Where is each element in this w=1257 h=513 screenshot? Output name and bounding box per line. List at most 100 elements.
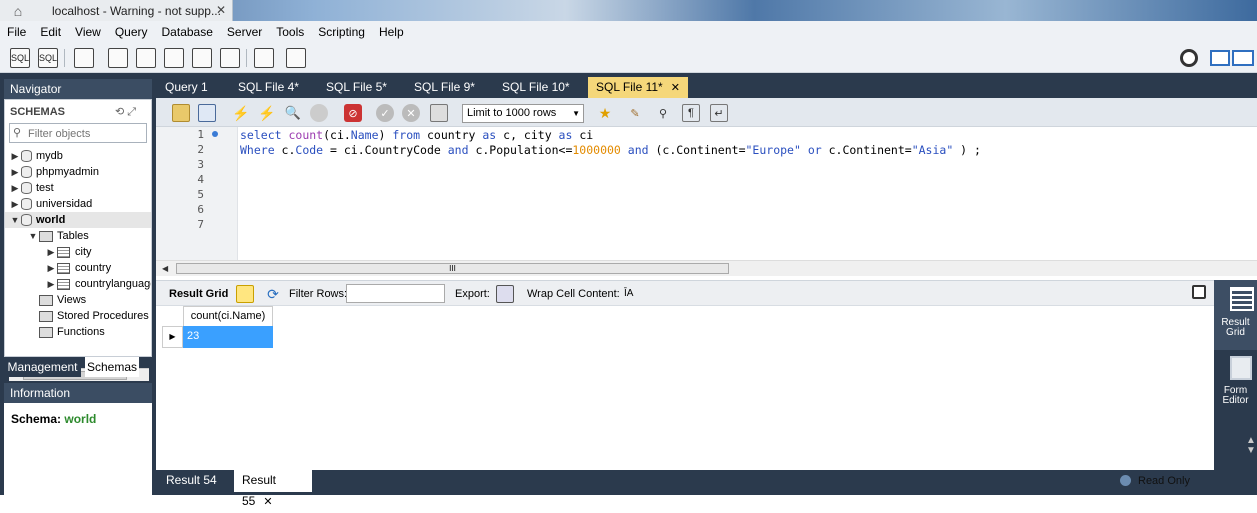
refresh-icon[interactable]: ⟲ ⤢ — [115, 105, 136, 119]
close-icon[interactable]: ✕ — [216, 3, 226, 17]
word-wrap-icon[interactable]: ↵ — [710, 104, 728, 122]
wrap-icon[interactable]: ĪA — [624, 288, 633, 299]
left-panel: Navigator SCHEMAS ⟲ ⤢ ⚲ ▶ mydb ▶ phpmyadmi… — [0, 73, 156, 495]
toggle-sidebar-icon[interactable] — [1210, 50, 1230, 66]
scroll-thumb[interactable]: III — [176, 263, 729, 274]
autocommit-icon[interactable] — [430, 104, 448, 122]
tab-sql-file-4[interactable]: SQL File 4* — [230, 77, 307, 98]
sql-editor[interactable]: 1 2 3 4 5 6 7 select count(ci.Name) from… — [156, 127, 1257, 260]
commit-icon[interactable]: ✓ — [376, 104, 394, 122]
tab-result-54[interactable]: Result 54 — [158, 470, 225, 492]
browser-tab[interactable]: ⌂ localhost - Warning - not supp... ✕ — [0, 0, 233, 21]
tree-folder-functions[interactable]: Functions — [39, 324, 105, 340]
create-function-icon[interactable] — [220, 48, 240, 68]
filter-objects-box[interactable]: ⚲ — [9, 123, 147, 143]
menu-help[interactable]: Help — [372, 21, 411, 43]
invisible-chars-icon[interactable]: ¶ — [682, 104, 700, 122]
open-file-icon[interactable] — [172, 104, 190, 122]
save-icon[interactable] — [198, 104, 216, 122]
menu-scripting[interactable]: Scripting — [311, 21, 372, 43]
gear-icon[interactable] — [1180, 49, 1198, 67]
grid-view-icon[interactable] — [236, 285, 254, 303]
tree-table-city[interactable]: ▶ city — [45, 244, 92, 260]
scroll-arrows-icon[interactable]: ▲ ▼ — [1246, 436, 1256, 470]
close-icon[interactable]: ✕ — [263, 496, 272, 508]
tree-table-countrylanguage[interactable]: ▶ countrylanguage — [45, 276, 151, 292]
tree-folder-stored-procedures[interactable]: Stored Procedures — [39, 308, 151, 324]
menu-edit[interactable]: Edit — [33, 21, 68, 43]
code-token: Name — [350, 128, 379, 142]
menu-view[interactable]: View — [68, 21, 108, 43]
tab-schemas[interactable]: Schemas — [85, 357, 139, 377]
menu-query[interactable]: Query — [108, 21, 155, 43]
create-procedure-icon[interactable] — [192, 48, 212, 68]
beautify-icon[interactable]: ✎ — [626, 104, 644, 122]
row-marker-icon[interactable]: ▶ — [162, 326, 183, 348]
code-token: 1000000 — [572, 143, 621, 157]
collapse-arrow-icon[interactable]: ▼ — [9, 212, 21, 228]
expand-arrow-icon[interactable]: ▶ — [45, 276, 57, 292]
tab-query-1[interactable]: Query 1 — [157, 77, 216, 98]
code-token: "Asia" — [911, 143, 954, 157]
menu-file[interactable]: File — [0, 21, 33, 43]
toggle-error-icon[interactable]: ⊘ — [344, 104, 362, 122]
filter-rows-input[interactable] — [346, 284, 445, 303]
menu-database[interactable]: Database — [155, 21, 220, 43]
tree-folder-tables[interactable]: ▼ Tables — [27, 228, 89, 244]
inspector-icon[interactable] — [74, 48, 94, 68]
new-sql-tab-icon[interactable]: SQL — [10, 48, 30, 68]
collapse-arrow-icon[interactable]: ▼ — [27, 228, 39, 244]
tab-sql-file-5[interactable]: SQL File 5* — [318, 77, 395, 98]
expand-arrow-icon[interactable]: ▶ — [9, 164, 21, 180]
toggle-panel-icon[interactable] — [1192, 285, 1206, 299]
create-table-icon[interactable] — [136, 48, 156, 68]
expand-arrow-icon[interactable]: ▶ — [45, 260, 57, 276]
tree-label: Functions — [57, 326, 105, 338]
expand-arrow-icon[interactable]: ▶ — [9, 196, 21, 212]
scroll-left-icon[interactable]: ◀ — [162, 264, 168, 273]
tab-result-55[interactable]: Result 55 ✕ — [234, 470, 312, 508]
result-grid-button[interactable]: Result Grid — [1214, 280, 1257, 350]
column-header[interactable]: count(ci.Name) — [183, 306, 273, 326]
home-icon[interactable]: ⌂ — [8, 2, 28, 19]
tree-schema-test[interactable]: ▶ test — [9, 180, 54, 196]
form-editor-button[interactable]: Form Editor — [1214, 352, 1257, 414]
reconnect-icon[interactable] — [286, 48, 306, 68]
expand-arrow-icon[interactable]: ▶ — [45, 244, 57, 260]
code-line-1[interactable]: select count(ci.Name) from country as c,… — [240, 128, 593, 142]
rollback-icon[interactable]: ✕ — [402, 104, 420, 122]
add-snippet-icon[interactable]: ★ — [596, 104, 614, 122]
menu-tools[interactable]: Tools — [269, 21, 311, 43]
tree-schema-world[interactable]: ▼ world — [5, 212, 151, 228]
refresh-icon[interactable]: ⟳ — [264, 285, 282, 303]
tab-sql-file-10[interactable]: SQL File 10* — [494, 77, 578, 98]
execute-icon[interactable]: ⚡ — [232, 104, 250, 122]
tree-folder-views[interactable]: Views — [39, 292, 86, 308]
expand-arrow-icon[interactable]: ▶ — [9, 180, 21, 196]
tab-sql-file-11[interactable]: SQL File 11* ✕ — [588, 77, 688, 98]
grid-cell[interactable]: 23 — [183, 326, 273, 348]
stop-icon[interactable] — [310, 104, 328, 122]
tree-schema-phpmyadmin[interactable]: ▶ phpmyadmin — [9, 164, 99, 180]
editor-hscrollbar[interactable]: ◀ III — [156, 260, 1257, 276]
code-line-2[interactable]: Where c.Code = ci.CountryCode and c.Popu… — [240, 143, 981, 157]
close-icon[interactable]: ✕ — [671, 82, 680, 94]
create-view-icon[interactable] — [164, 48, 184, 68]
open-sql-script-icon[interactable]: SQL — [38, 48, 58, 68]
tab-sql-file-9[interactable]: SQL File 9* — [406, 77, 483, 98]
limit-rows-select[interactable]: Limit to 1000 rows ▼ — [462, 104, 584, 123]
toggle-panel-icon[interactable] — [1232, 50, 1254, 66]
filter-objects-input[interactable] — [28, 126, 144, 141]
tree-schema-mydb[interactable]: ▶ mydb — [9, 148, 63, 164]
find-icon[interactable]: ⚲ — [654, 104, 672, 122]
explain-icon[interactable]: 🔍 — [284, 104, 302, 122]
tab-management[interactable]: Management — [4, 357, 81, 377]
export-icon[interactable] — [496, 285, 514, 303]
expand-arrow-icon[interactable]: ▶ — [9, 148, 21, 164]
execute-current-icon[interactable]: ⚡ — [258, 104, 276, 122]
menu-server[interactable]: Server — [220, 21, 269, 43]
tree-table-country[interactable]: ▶ country — [45, 260, 112, 276]
tree-schema-universidad[interactable]: ▶ universidad — [9, 196, 92, 212]
create-schema-icon[interactable] — [108, 48, 128, 68]
search-table-data-icon[interactable] — [254, 48, 274, 68]
